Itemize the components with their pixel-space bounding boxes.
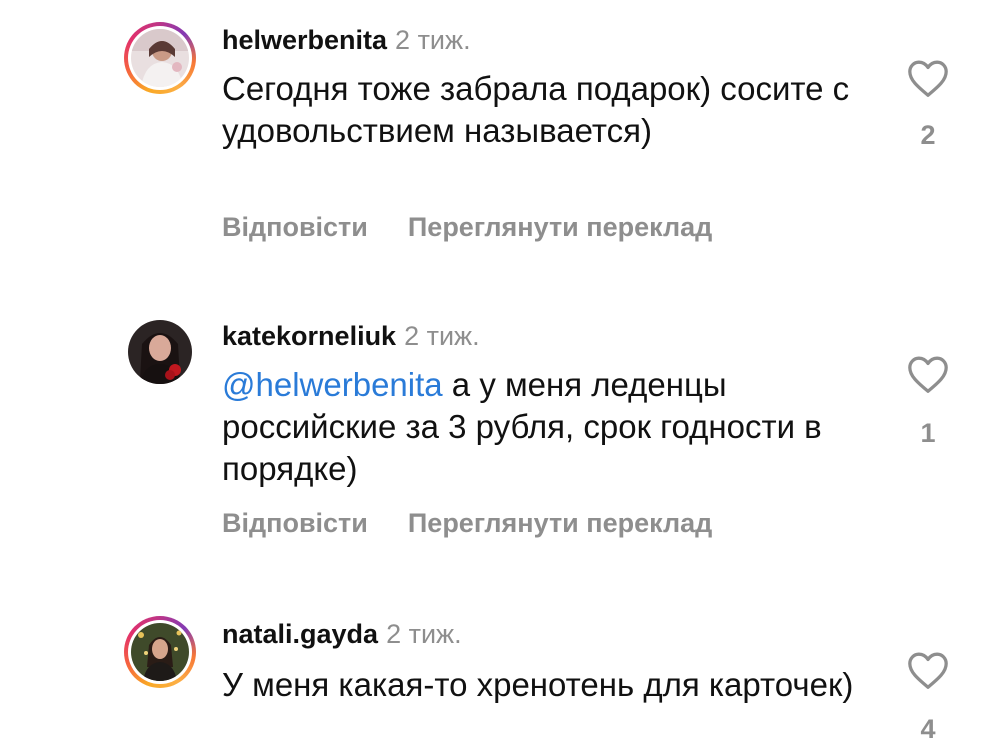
avatar-photo (131, 623, 189, 681)
mention-link[interactable]: @helwerbenita (222, 366, 443, 403)
see-translation-button[interactable]: Переглянути переклад (408, 212, 712, 242)
comment-username[interactable]: helwerbenita (222, 25, 387, 55)
avatar[interactable] (124, 616, 196, 688)
comment-username[interactable]: natali.gayda (222, 619, 378, 649)
comment-timestamp: 2 тиж. (404, 321, 480, 351)
avatar-photo (128, 320, 192, 384)
heart-outline-icon[interactable] (906, 650, 950, 690)
comment-body: Сегодня тоже забрала подарок) сосите с у… (222, 70, 850, 149)
avatar[interactable] (124, 22, 196, 94)
comment-text: Сегодня тоже забрала подарок) сосите с у… (222, 68, 862, 152)
like-count: 2 (920, 120, 936, 150)
comment-text: @helwerbenita а у меня леденцы российски… (222, 364, 862, 490)
heart-outline-icon[interactable] (906, 354, 950, 394)
reply-button[interactable]: Відповісти (222, 212, 368, 242)
comment-username[interactable]: katekorneliuk (222, 321, 396, 351)
heart-outline-icon[interactable] (906, 58, 950, 98)
see-translation-button[interactable]: Переглянути переклад (408, 508, 712, 538)
avatar-photo (131, 29, 189, 87)
comment-text: У меня какая-то хренотень для карточек) (222, 664, 862, 706)
avatar[interactable] (124, 316, 196, 388)
reply-button[interactable]: Відповісти (222, 508, 368, 538)
like-count: 4 (920, 714, 936, 744)
comment-body: У меня какая-то хренотень для карточек) (222, 666, 854, 703)
comment-timestamp: 2 тиж. (386, 619, 462, 649)
comment-timestamp: 2 тиж. (395, 25, 471, 55)
like-count: 1 (920, 418, 936, 448)
